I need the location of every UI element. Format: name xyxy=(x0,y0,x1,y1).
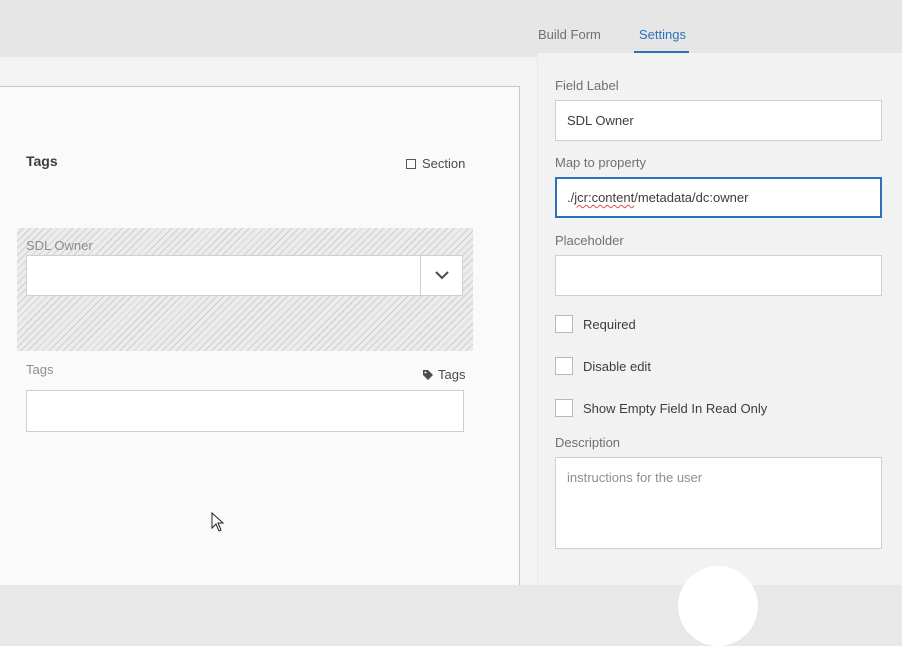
card-title: Tags xyxy=(26,153,58,169)
section-toggle[interactable]: Section xyxy=(406,156,465,171)
tab-build-form[interactable]: Build Form xyxy=(538,27,601,42)
sdl-owner-dropdown[interactable] xyxy=(26,255,463,296)
tab-settings[interactable]: Settings xyxy=(639,27,686,42)
description-textarea[interactable]: instructions for the user xyxy=(555,457,882,549)
show-empty-checkbox[interactable] xyxy=(555,399,573,417)
tags-field-label: Tags xyxy=(26,362,54,377)
disable-edit-row[interactable]: Disable edit xyxy=(555,357,651,375)
tag-icon xyxy=(423,369,433,380)
top-bar: Build Form Settings xyxy=(0,0,902,57)
dropdown-toggle-button[interactable] xyxy=(420,256,462,295)
field-label-input[interactable]: SDL Owner xyxy=(555,100,882,141)
tags-type-label: Tags xyxy=(438,367,466,382)
placeholder-label: Placeholder xyxy=(555,233,624,248)
section-label: Section xyxy=(422,156,466,171)
mouse-pointer-icon xyxy=(211,512,225,532)
required-checkbox[interactable] xyxy=(555,315,573,333)
disable-edit-checkbox[interactable] xyxy=(555,357,573,375)
show-empty-label: Show Empty Field In Read Only xyxy=(583,400,768,416)
floating-action-button[interactable] xyxy=(678,566,758,646)
section-checkbox-icon xyxy=(406,158,416,169)
form-card: Tags Section SDL Owner Tags Tags xyxy=(0,86,520,585)
settings-panel: Field Label SDL Owner Map to property ./… xyxy=(538,53,902,646)
required-label: Required xyxy=(583,316,636,332)
tags-type-indicator: Tags xyxy=(423,367,465,382)
description-label: Description xyxy=(555,435,621,450)
placeholder-input[interactable] xyxy=(555,255,882,296)
map-to-property-label: Map to property xyxy=(555,155,647,170)
chevron-down-icon xyxy=(434,271,449,280)
field-label-label: Field Label xyxy=(555,78,619,93)
property-path-suffix: /metadata/dc:owner xyxy=(634,190,749,205)
required-row[interactable]: Required xyxy=(555,315,636,333)
disable-edit-label: Disable edit xyxy=(583,358,651,374)
tags-input[interactable] xyxy=(26,390,464,432)
sdl-owner-field-label: SDL Owner xyxy=(26,238,93,253)
property-path-misspelled: jcr:content xyxy=(574,190,635,205)
map-to-property-input[interactable]: ./jcr:content/metadata/dc:owner xyxy=(555,177,882,218)
show-empty-row[interactable]: Show Empty Field In Read Only xyxy=(555,399,767,417)
